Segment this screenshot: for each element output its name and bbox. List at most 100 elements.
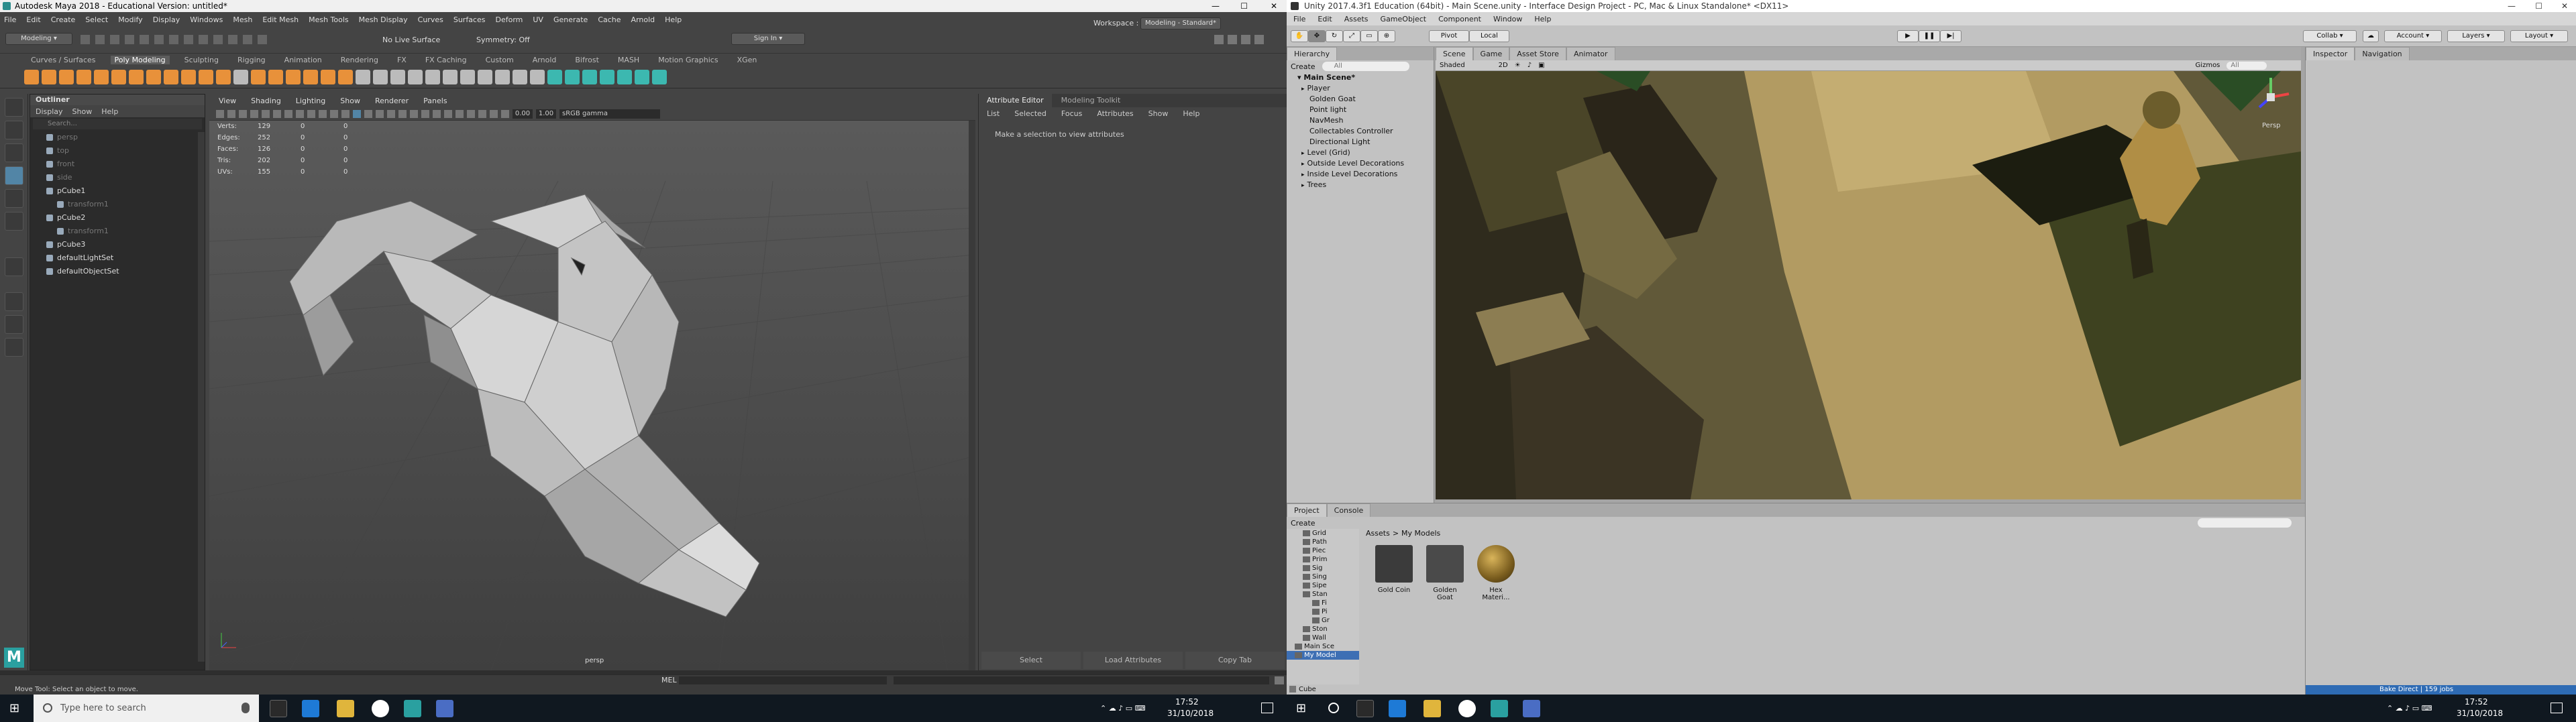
save-scene-icon[interactable]	[110, 35, 119, 44]
edge-icon[interactable]	[302, 700, 319, 717]
inspector-tab[interactable]: Navigation	[2355, 47, 2410, 60]
hierarchy-item[interactable]: NavMesh	[1287, 115, 1434, 126]
asset-tile[interactable]: Hex Materi...	[1476, 545, 1516, 601]
outliner-item[interactable]: pCube3	[30, 238, 205, 251]
project-folder[interactable]: Sipe	[1287, 581, 1359, 590]
unfold-icon[interactable]	[617, 69, 632, 84]
scene-audio-icon[interactable]: ♪	[1527, 62, 1532, 69]
boolean-difference-icon[interactable]	[303, 69, 318, 84]
snap-view-icon[interactable]	[243, 35, 252, 44]
last-tool-icon[interactable]	[5, 257, 23, 276]
shelf-tab[interactable]: Bifrost	[571, 56, 603, 64]
menu-item-surfaces[interactable]: Surfaces	[453, 15, 486, 24]
clock-date-2[interactable]: 31/10/2018	[2457, 709, 2503, 718]
append-icon[interactable]	[425, 69, 440, 84]
hierarchy-search[interactable]: All	[1322, 62, 1409, 71]
combine-icon[interactable]	[233, 69, 248, 84]
unity-menu-item[interactable]: Component	[1438, 15, 1481, 23]
connect-icon[interactable]	[495, 69, 510, 84]
unity-minimize-icon[interactable]: —	[2508, 0, 2516, 12]
xray-icon[interactable]	[478, 109, 486, 118]
cut-sew-icon[interactable]	[600, 69, 614, 84]
outliner-search[interactable]: Search...	[33, 119, 202, 129]
shelf-tab[interactable]: XGen	[733, 56, 761, 64]
pause-icon[interactable]: ❚❚	[1919, 30, 1940, 42]
asset-tile[interactable]: Gold Coin	[1374, 545, 1414, 599]
attribute-editor-tab[interactable]: Attribute Editor	[979, 94, 1052, 107]
scene-canvas[interactable]	[1436, 71, 2301, 499]
project-folder[interactable]: Sig	[1287, 564, 1359, 573]
automatic-mapping-icon[interactable]	[565, 69, 580, 84]
lasso-tool-icon[interactable]	[5, 121, 23, 139]
project-tab[interactable]: Console	[1326, 503, 1371, 517]
local-toggle[interactable]: Local	[1469, 30, 1509, 42]
menu-item-cache[interactable]: Cache	[598, 15, 621, 24]
menu-item-create[interactable]: Create	[51, 15, 76, 24]
gate-mask-icon[interactable]	[296, 109, 304, 118]
hierarchy-item[interactable]: ▸ Level (Grid)	[1287, 147, 1434, 158]
attribute-editor-icon[interactable]	[1228, 35, 1237, 44]
image-plane-icon[interactable]	[250, 109, 258, 118]
breadcrumb-my-models[interactable]: My Models	[1401, 529, 1440, 538]
move-tool-unity-icon[interactable]: ✥	[1308, 30, 1326, 42]
field-chart-icon[interactable]	[307, 109, 315, 118]
bridge-icon[interactable]	[373, 69, 388, 84]
script-editor-icon[interactable]	[1275, 676, 1284, 684]
default-material-icon[interactable]	[364, 109, 372, 118]
boolean-intersection-icon[interactable]	[321, 69, 335, 84]
insert-edge-loop-icon[interactable]	[530, 69, 545, 84]
transform-tool-icon[interactable]: ⊕	[1378, 30, 1395, 42]
textured-icon[interactable]	[387, 109, 395, 118]
attribute-editor-menu-item[interactable]: Selected	[1014, 109, 1046, 118]
microphone-icon[interactable]	[241, 703, 250, 713]
unity-taskbar-icon[interactable]	[372, 700, 389, 717]
attribute-editor-tab[interactable]: Modeling Toolkit	[1053, 94, 1129, 107]
viewport-menu-item[interactable]: Panels	[423, 97, 447, 105]
shading-mode-dropdown[interactable]: Shaded	[1440, 62, 1465, 69]
layout-dropdown[interactable]: Layout ▾	[2510, 30, 2568, 42]
poly-cone-icon[interactable]	[76, 69, 91, 84]
taskbar-search[interactable]: Type here to search	[34, 695, 259, 722]
camera-attributes-icon[interactable]	[227, 109, 235, 118]
shadows-icon[interactable]	[410, 109, 418, 118]
unity-taskbar-icon-2[interactable]	[1458, 700, 1476, 717]
shelf-tab[interactable]: FX Caching	[421, 56, 471, 64]
unity-menu-item[interactable]: Assets	[1344, 15, 1368, 23]
redo-icon[interactable]	[140, 35, 149, 44]
attribute-editor-menu-item[interactable]: Show	[1148, 109, 1169, 118]
project-folder[interactable]: Path	[1287, 538, 1359, 546]
tray-icons-2[interactable]: ⌃ ☁ ♪ ▭ ⌨	[2387, 704, 2432, 713]
maximize-icon[interactable]: ☐	[1240, 0, 1248, 12]
snap-grid-icon[interactable]	[199, 35, 208, 44]
project-folder[interactable]: Grid	[1287, 529, 1359, 538]
project-tab[interactable]: Project	[1287, 503, 1327, 517]
rotate-tool-icon[interactable]	[5, 189, 23, 208]
shelf-tab[interactable]: FX	[393, 56, 411, 64]
clock-date[interactable]: 31/10/2018	[1167, 709, 1214, 718]
symmetry-label[interactable]: Symmetry: Off	[476, 36, 530, 44]
poly-plane-icon[interactable]	[111, 69, 126, 84]
multi-cut-icon[interactable]	[460, 69, 475, 84]
unity-menu-item[interactable]: GameObject	[1381, 15, 1427, 23]
cloud-icon[interactable]: ☁	[2363, 30, 2379, 42]
menu-item-mesh-tools[interactable]: Mesh Tools	[309, 15, 349, 24]
scene-tab[interactable]: Game	[1472, 47, 1510, 60]
xray-components-icon[interactable]	[501, 109, 509, 118]
attribute-editor-button[interactable]: Copy Tab	[1185, 652, 1285, 669]
project-folder[interactable]: Gr	[1287, 616, 1359, 625]
viewport-menu-item[interactable]: Lighting	[296, 97, 325, 105]
select-object-icon[interactable]	[169, 35, 178, 44]
menu-item-display[interactable]: Display	[153, 15, 180, 24]
platonic-solid-icon[interactable]	[146, 69, 161, 84]
separate-icon[interactable]	[251, 69, 266, 84]
project-folder[interactable]: My Model	[1287, 651, 1359, 660]
unity-menu-item[interactable]: File	[1293, 15, 1305, 23]
outliner-item[interactable]: side	[30, 171, 205, 184]
scene-root[interactable]: ▾ Main Scene*	[1287, 72, 1434, 83]
snap-point-icon[interactable]	[228, 35, 237, 44]
isolate-select-icon[interactable]	[467, 109, 475, 118]
outliner-item[interactable]: front	[30, 158, 205, 171]
scale-tool-unity-icon[interactable]: ⤢	[1343, 30, 1360, 42]
project-search[interactable]	[2198, 518, 2292, 528]
poly-type-icon[interactable]	[199, 69, 213, 84]
